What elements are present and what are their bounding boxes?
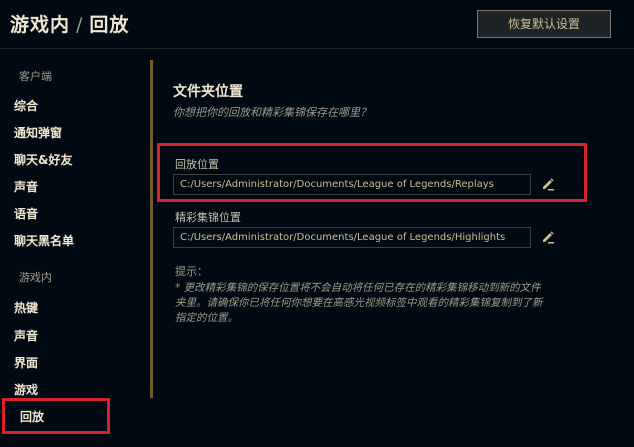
header-divider	[0, 48, 634, 49]
sidebar-item-game[interactable]: 游戏	[14, 381, 38, 398]
breadcrumb-current: 回放	[89, 14, 130, 36]
section-title: 文件夹位置	[173, 84, 243, 100]
highlight-location-label: 精彩集锦位置	[175, 211, 241, 224]
sidebar-section-ingame: 游戏内	[19, 271, 52, 284]
sidebar-item-voice[interactable]: 语音	[14, 205, 38, 222]
sidebar-item-interface[interactable]: 界面	[14, 354, 38, 371]
tips-label: 提示：	[175, 265, 208, 278]
sidebar-item-general[interactable]: 综合	[14, 97, 38, 114]
highlight-path-field[interactable]: C:/Users/Administrator/Documents/League …	[173, 227, 531, 248]
annotation-box-replay-location	[157, 143, 587, 202]
sidebar-item-chat-friends[interactable]: 聊天&好友	[14, 151, 72, 168]
annotation-box-replay-nav	[2, 398, 110, 434]
pencil-icon[interactable]	[540, 229, 556, 245]
tips-text: * 更改精彩集锦的保存位置将不会自动将任何已存在的精彩集锦移动到新的文件夹里。请…	[175, 282, 543, 324]
breadcrumb-parent[interactable]: 游戏内	[10, 14, 70, 36]
sidebar-item-ingame-sound[interactable]: 声音	[14, 327, 38, 344]
section-subtitle: 你想把你的回放和精彩集锦保存在哪里？	[173, 106, 371, 119]
sidebar-gold-divider	[150, 60, 153, 398]
sidebar-item-client-sound[interactable]: 声音	[14, 178, 38, 195]
sidebar-item-notifications[interactable]: 通知弹窗	[14, 124, 62, 141]
sidebar-item-hotkeys[interactable]: 热键	[14, 299, 38, 316]
breadcrumb-separator: /	[76, 14, 84, 36]
sidebar-section-client: 客户端	[19, 70, 52, 83]
sidebar-item-chat-blocklist[interactable]: 聊天黑名单	[14, 232, 74, 249]
restore-defaults-button[interactable]: 恢复默认设置	[477, 10, 611, 38]
breadcrumb: 游戏内 / 回放	[10, 10, 129, 37]
header: 游戏内 / 回放 恢复默认设置	[0, 0, 634, 58]
